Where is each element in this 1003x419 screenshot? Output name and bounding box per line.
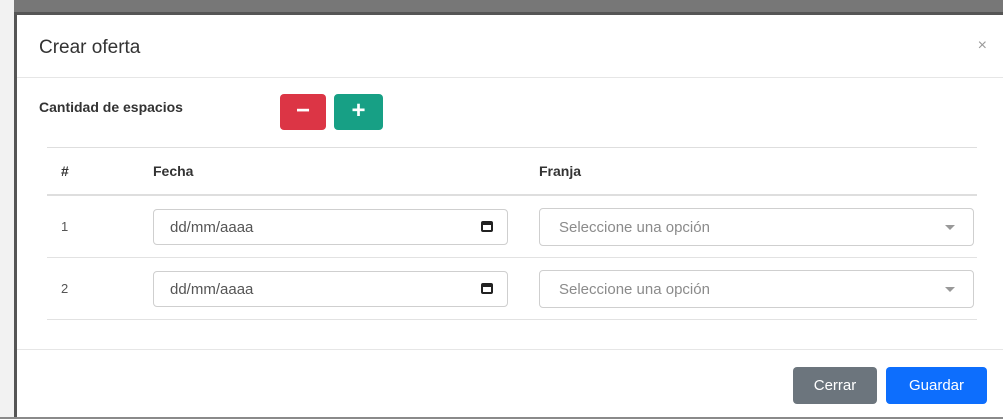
franja-select[interactable]: Seleccione una opción bbox=[539, 207, 974, 246]
modal-title: Crear oferta bbox=[39, 37, 141, 58]
plus-icon: + bbox=[351, 97, 366, 124]
modal-header: Crear oferta × bbox=[17, 15, 1003, 78]
select-placeholder: Seleccione una opción bbox=[559, 280, 710, 298]
row-number: 1 bbox=[47, 195, 153, 258]
modal-footer: Cerrar Guardar bbox=[17, 349, 1003, 419]
remove-space-button[interactable]: − bbox=[280, 94, 326, 130]
table-row: 2 dd/mm/aaaa Seleccione una opción bbox=[47, 257, 977, 320]
page-background bbox=[0, 0, 14, 417]
header-franja: Franja bbox=[539, 147, 977, 196]
add-space-button[interactable]: + bbox=[334, 94, 383, 130]
date-input[interactable]: dd/mm/aaaa bbox=[153, 270, 508, 307]
table-header-row: # Fecha Franja bbox=[47, 147, 977, 196]
row-number: 2 bbox=[47, 257, 153, 320]
close-button[interactable]: Cerrar bbox=[793, 367, 877, 404]
date-input[interactable]: dd/mm/aaaa bbox=[153, 208, 508, 245]
quantity-label: Cantidad de espacios bbox=[39, 99, 183, 115]
franja-select[interactable]: Seleccione una opción bbox=[539, 269, 974, 308]
spaces-table: # Fecha Franja 1 dd/mm/aaaa Seleccione u… bbox=[47, 147, 977, 320]
calendar-icon[interactable] bbox=[481, 282, 493, 294]
minus-icon: − bbox=[295, 97, 310, 124]
date-placeholder: dd/mm/aaaa bbox=[170, 280, 254, 298]
date-placeholder: dd/mm/aaaa bbox=[170, 218, 254, 236]
table-row: 1 dd/mm/aaaa Seleccione una opción bbox=[47, 195, 977, 258]
chevron-down-icon bbox=[945, 224, 955, 230]
header-number: # bbox=[47, 147, 153, 196]
header-fecha: Fecha bbox=[153, 147, 539, 196]
save-button[interactable]: Guardar bbox=[886, 367, 987, 404]
chevron-down-icon bbox=[945, 286, 955, 292]
calendar-icon[interactable] bbox=[481, 220, 493, 232]
create-offer-modal: Crear oferta × Cantidad de espacios − + … bbox=[14, 12, 1003, 417]
select-placeholder: Seleccione una opción bbox=[559, 218, 710, 236]
close-icon[interactable]: × bbox=[978, 37, 987, 55]
